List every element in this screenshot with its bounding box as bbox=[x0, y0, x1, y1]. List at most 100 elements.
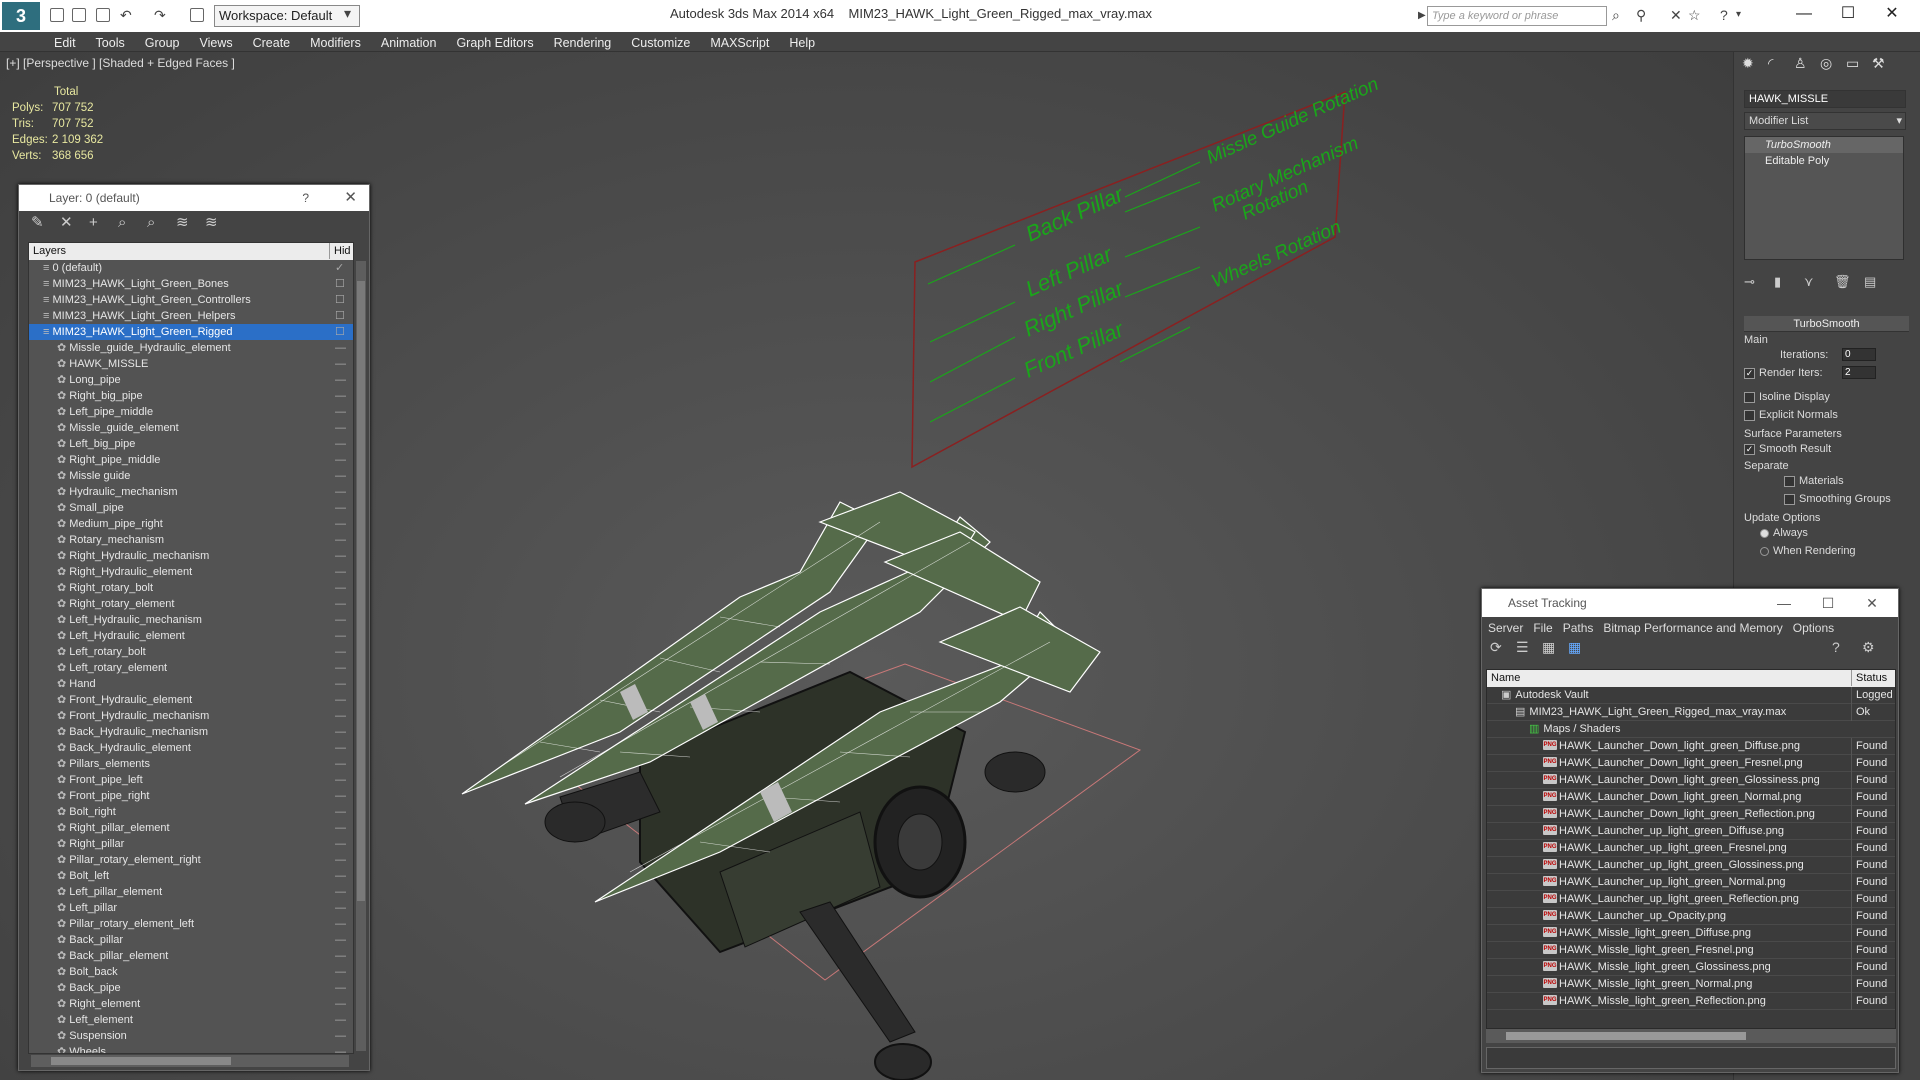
maximize-icon[interactable]: ☐ bbox=[1806, 589, 1850, 617]
layer-row[interactable]: ✿ Rotary_mechanism — bbox=[29, 532, 353, 548]
menu-views[interactable]: Views bbox=[189, 32, 242, 50]
hide-dash-icon[interactable]: — bbox=[335, 692, 346, 708]
layer-row[interactable]: ≡ MIM23_HAWK_Light_Green_Rigged ☐ bbox=[29, 324, 353, 340]
layer-row[interactable]: ✿ Right_rotary_bolt — bbox=[29, 580, 353, 596]
layer-row[interactable]: ✿ Right_Hydraulic_mechanism — bbox=[29, 548, 353, 564]
layer-row[interactable]: ✿ Bolt_back — bbox=[29, 964, 353, 980]
asset-menu-server[interactable]: Server bbox=[1488, 621, 1523, 635]
hide-dash-icon[interactable]: — bbox=[335, 964, 346, 980]
help-icon[interactable]: ? bbox=[1720, 8, 1734, 22]
table-view-icon[interactable]: ▦ bbox=[1568, 639, 1594, 656]
layer-row[interactable]: ✿ Back_pillar_element — bbox=[29, 948, 353, 964]
hide-dash-icon[interactable]: — bbox=[335, 1012, 346, 1028]
asset-menu-file[interactable]: File bbox=[1533, 621, 1552, 635]
asset-row[interactable]: PNG HAWK_Launcher_Down_light_green_Fresne… bbox=[1487, 755, 1895, 772]
layer-row[interactable]: ≡ 0 (default) ✓ bbox=[29, 260, 353, 276]
rig-controller-panel[interactable]: Back Pillar Left Pillar Right Pillar Fro… bbox=[911, 74, 1382, 469]
layer-row[interactable]: ✿ Right_pillar_element — bbox=[29, 820, 353, 836]
hide-dash-icon[interactable]: — bbox=[335, 340, 346, 356]
layer-panel-header[interactable]: Layer: 0 (default) ? ✕ bbox=[19, 185, 369, 211]
layer-row[interactable]: ✿ Pillar_rotary_element_right — bbox=[29, 852, 353, 868]
hierarchy-tab-icon[interactable]: ♙ bbox=[1794, 52, 1820, 74]
utilities-tab-icon[interactable]: ⚒ bbox=[1872, 52, 1898, 74]
stack-item-turbosmooth[interactable]: TurboSmooth bbox=[1745, 137, 1903, 153]
launcher-base[interactable] bbox=[544, 670, 1046, 1080]
asset-row[interactable]: PNG HAWK_Missle_light_green_Fresnel.png Fo… bbox=[1487, 942, 1895, 959]
hide-dash-icon[interactable]: — bbox=[335, 884, 346, 900]
layer-row[interactable]: ✿ Left_rotary_bolt — bbox=[29, 644, 353, 660]
hide-dash-icon[interactable]: — bbox=[335, 644, 346, 660]
hide-dash-icon[interactable]: — bbox=[335, 372, 346, 388]
hide-dash-icon[interactable]: — bbox=[335, 660, 346, 676]
layer-row[interactable]: ≡ MIM23_HAWK_Light_Green_Helpers ☐ bbox=[29, 308, 353, 324]
hide-dash-icon[interactable]: — bbox=[335, 436, 346, 452]
asset-row[interactable]: PNG HAWK_Missle_light_green_Reflection.pn… bbox=[1487, 993, 1895, 1010]
hide-dash-icon[interactable]: — bbox=[335, 820, 346, 836]
hide-toggle-icon[interactable]: ☐ bbox=[335, 292, 345, 308]
redo-icon[interactable]: ↷ bbox=[154, 8, 168, 22]
asset-horizontal-scrollbar[interactable] bbox=[1486, 1029, 1896, 1043]
hide-dash-icon[interactable]: — bbox=[335, 452, 346, 468]
layer-row[interactable]: ✿ Hand — bbox=[29, 676, 353, 692]
settings-icon[interactable]: ⚙ bbox=[1862, 639, 1888, 656]
asset-menu-options[interactable]: Options bbox=[1793, 621, 1834, 635]
minimize-icon[interactable]: — bbox=[1762, 589, 1806, 617]
motion-tab-icon[interactable]: ◎ bbox=[1820, 52, 1846, 74]
thumbnail-view-icon[interactable]: ▦ bbox=[1542, 639, 1568, 656]
asset-row[interactable]: PNG HAWK_Missle_light_green_Normal.png Fou… bbox=[1487, 976, 1895, 993]
hide-dash-icon[interactable]: — bbox=[335, 612, 346, 628]
hide-all-icon[interactable]: ≋ bbox=[176, 211, 205, 235]
layer-row[interactable]: ✿ Missle_guide_Hydraulic_element — bbox=[29, 340, 353, 356]
hide-dash-icon[interactable]: — bbox=[335, 548, 346, 564]
hide-toggle-icon[interactable]: ☐ bbox=[335, 324, 345, 340]
asset-row[interactable]: PNG HAWK_Missle_light_green_Diffuse.png Fo… bbox=[1487, 925, 1895, 942]
menu-animation[interactable]: Animation bbox=[371, 32, 447, 50]
layer-row[interactable]: ✿ Left_element — bbox=[29, 1012, 353, 1028]
layer-row[interactable]: ✿ HAWK_MISSLE — bbox=[29, 356, 353, 372]
hide-dash-icon[interactable]: — bbox=[335, 868, 346, 884]
layer-row[interactable]: ✿ Wheels — bbox=[29, 1044, 353, 1053]
layer-row[interactable]: ≡ MIM23_HAWK_Light_Green_Bones ☐ bbox=[29, 276, 353, 292]
scroll-thumb[interactable] bbox=[51, 1057, 231, 1065]
modifier-list-dropdown[interactable]: Modifier List ▾ bbox=[1744, 112, 1906, 130]
pin-stack-icon[interactable]: ⊸ bbox=[1744, 274, 1774, 290]
app-logo-icon[interactable]: 3 bbox=[2, 2, 40, 30]
layer-row[interactable]: ✿ Medium_pipe_right — bbox=[29, 516, 353, 532]
hide-dash-icon[interactable]: — bbox=[335, 740, 346, 756]
layer-horizontal-scrollbar[interactable] bbox=[31, 1055, 349, 1067]
layer-row[interactable]: ✿ Left_Hydraulic_mechanism — bbox=[29, 612, 353, 628]
menu-group[interactable]: Group bbox=[135, 32, 190, 50]
close-icon[interactable]: ✕ bbox=[1872, 2, 1912, 26]
layer-list[interactable]: Layers Hid ≡ 0 (default) ✓ ≡ MIM23_HAWK_Lig… bbox=[28, 242, 354, 1054]
subscription-icon[interactable]: ⚲ bbox=[1636, 8, 1650, 22]
layer-row[interactable]: ≡ MIM23_HAWK_Light_Green_Controllers ☐ bbox=[29, 292, 353, 308]
menu-modifiers[interactable]: Modifiers bbox=[300, 32, 371, 50]
communication-icon[interactable]: ✕ bbox=[1670, 8, 1684, 22]
hide-dash-icon[interactable]: — bbox=[335, 580, 346, 596]
layer-row[interactable]: ✿ Left_Hydraulic_element — bbox=[29, 628, 353, 644]
make-unique-icon[interactable]: ⋎ bbox=[1804, 274, 1834, 290]
list-view-icon[interactable]: ☰ bbox=[1516, 639, 1542, 656]
hide-dash-icon[interactable]: — bbox=[335, 996, 346, 1012]
delete-layer-icon[interactable]: ✕ bbox=[60, 211, 89, 235]
close-icon[interactable]: ✕ bbox=[1850, 589, 1894, 617]
materials-checkbox[interactable] bbox=[1784, 475, 1795, 487]
hide-dash-icon[interactable]: — bbox=[335, 1028, 346, 1044]
layer-row[interactable]: ✿ Back_Hydraulic_mechanism — bbox=[29, 724, 353, 740]
asset-menu-paths[interactable]: Paths bbox=[1563, 621, 1594, 635]
layer-row[interactable]: ✿ Bolt_right — bbox=[29, 804, 353, 820]
when-rendering-radio[interactable] bbox=[1760, 546, 1769, 556]
asset-row[interactable]: ▤ MIM23_HAWK_Light_Green_Rigged_max_vray.… bbox=[1487, 704, 1895, 721]
asset-tracking-header[interactable]: Asset Tracking — ☐ ✕ bbox=[1482, 589, 1898, 617]
menu-edit[interactable]: Edit bbox=[44, 32, 86, 50]
layer-row[interactable]: ✿ Right_element — bbox=[29, 996, 353, 1012]
highlight-layer-icon[interactable]: ⌕ bbox=[147, 211, 176, 235]
stack-item-editable-poly[interactable]: Editable Poly bbox=[1745, 153, 1903, 169]
refresh-icon[interactable]: ⟳ bbox=[1490, 639, 1516, 656]
layer-row[interactable]: ✿ Pillars_elements — bbox=[29, 756, 353, 772]
project-folder-icon[interactable] bbox=[190, 8, 204, 22]
create-layer-icon[interactable]: ✎ bbox=[31, 211, 60, 235]
show-end-result-icon[interactable]: ▮ bbox=[1774, 274, 1804, 290]
hide-dash-icon[interactable]: — bbox=[335, 708, 346, 724]
hide-dash-icon[interactable]: — bbox=[335, 388, 346, 404]
